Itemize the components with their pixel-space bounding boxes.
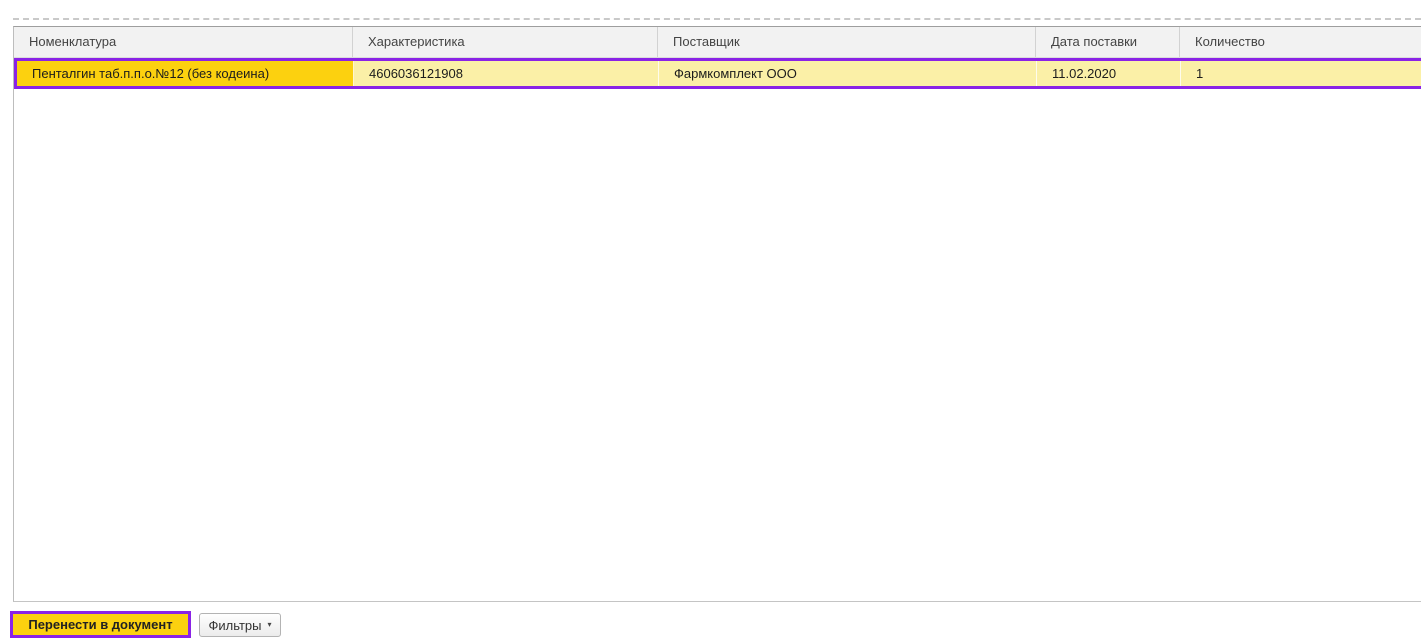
- filters-button-label: Фильтры: [208, 617, 262, 633]
- cell-delivery-date[interactable]: 11.02.2020: [1037, 61, 1181, 86]
- column-header-characteristic[interactable]: Характеристика: [353, 27, 658, 57]
- chevron-down-icon: ▾: [267, 620, 272, 629]
- cell-quantity[interactable]: 1: [1181, 61, 1421, 86]
- filters-button[interactable]: Фильтры ▾: [199, 613, 281, 637]
- goods-table: Номенклатура Характеристика Поставщик Да…: [13, 26, 1421, 602]
- column-header-nomenclature[interactable]: Номенклатура: [14, 27, 353, 57]
- cell-nomenclature[interactable]: Пенталгин таб.п.п.о.№12 (без кодеина): [17, 61, 354, 86]
- form-splitter: [13, 18, 1421, 20]
- cell-characteristic[interactable]: 4606036121908: [354, 61, 659, 86]
- table-row[interactable]: Пенталгин таб.п.п.о.№12 (без кодеина) 46…: [14, 58, 1421, 89]
- table-empty-area: [14, 89, 1421, 601]
- column-header-quantity[interactable]: Количество: [1180, 27, 1421, 57]
- table-header-row: Номенклатура Характеристика Поставщик Да…: [14, 27, 1421, 58]
- cell-supplier[interactable]: Фармкомплект ООО: [659, 61, 1037, 86]
- column-header-supplier[interactable]: Поставщик: [658, 27, 1036, 57]
- column-header-delivery-date[interactable]: Дата поставки: [1036, 27, 1180, 57]
- transfer-to-document-button[interactable]: Перенести в документ: [10, 611, 191, 638]
